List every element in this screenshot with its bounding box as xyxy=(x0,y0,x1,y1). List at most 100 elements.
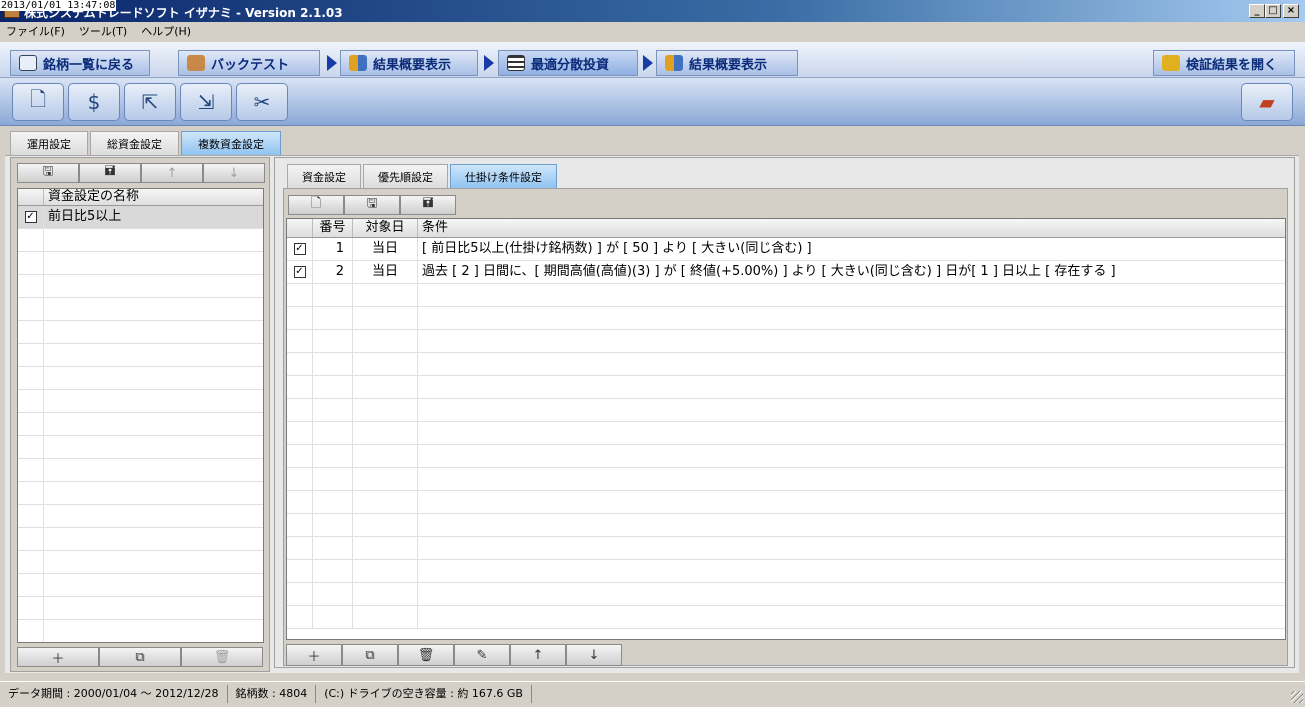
empty-row xyxy=(18,367,263,390)
empty-row xyxy=(18,551,263,574)
arrow-up-icon: ↑ xyxy=(532,647,544,663)
open-results-button[interactable]: 検証結果を開く xyxy=(1153,50,1295,76)
empty-row xyxy=(287,468,1285,491)
edit-condition-button[interactable]: ✎ xyxy=(454,644,510,666)
empty-row xyxy=(287,514,1285,537)
tab-entry-conditions[interactable]: 仕掛け条件設定 xyxy=(450,164,557,188)
empty-row xyxy=(287,353,1285,376)
new-document-button[interactable]: 🗋 xyxy=(12,83,64,121)
eye-icon xyxy=(19,55,37,71)
empty-row xyxy=(18,482,263,505)
save-as-button[interactable]: 🖬 xyxy=(400,195,456,215)
fund-list-toolbar: 🖫 🖬 ↑ ↓ xyxy=(17,163,265,183)
move-up-button[interactable]: ↑ xyxy=(141,163,203,183)
maximize-button[interactable]: □ xyxy=(1265,4,1281,18)
inner-tabs: 資金設定 優先順設定 仕掛け条件設定 xyxy=(287,164,557,188)
condition-header: 条件 xyxy=(422,220,449,235)
save-button[interactable]: 🖫 xyxy=(344,195,400,215)
target-day-header: 対象日 xyxy=(353,219,418,237)
table-row[interactable]: ✓ 1 当日 [ 前日比5以上(仕掛け銘柄数) ] が [ 50 ] より [ … xyxy=(287,238,1285,261)
move-down-button[interactable]: ↓ xyxy=(566,644,622,666)
empty-row xyxy=(287,422,1285,445)
grid-icon xyxy=(507,55,525,71)
save-as-button[interactable]: 🖬 xyxy=(79,163,141,183)
copy-button[interactable]: ⧉ xyxy=(99,647,181,667)
arrow-up-icon: ↑ xyxy=(166,165,178,181)
delete-condition-button[interactable]: 🗑 xyxy=(398,644,454,666)
copy-icon: ⧉ xyxy=(135,649,145,665)
tools-button[interactable]: ✂ xyxy=(236,83,288,121)
row-checkbox[interactable]: ✓ xyxy=(24,211,37,223)
list-item[interactable]: ✓ 前日比5以上 xyxy=(18,206,263,229)
bag-icon xyxy=(187,55,205,71)
fund-name-header: 資金設定の名称 xyxy=(48,189,140,204)
tab-priority-settings[interactable]: 優先順設定 xyxy=(363,164,448,188)
nav-backtest-button[interactable]: バックテスト xyxy=(178,50,320,76)
trash-icon: 🗑 xyxy=(213,649,231,665)
copy-condition-button[interactable]: ⧉ xyxy=(342,644,398,666)
nav-summary2-button[interactable]: 結果概要表示 xyxy=(656,50,798,76)
save-as-icon: 🖬 xyxy=(104,164,116,179)
table-row[interactable]: ✓ 2 当日 過去 [ 2 ] 日間に、[ 期間高値(高値)(3) ] が [ … xyxy=(287,261,1285,284)
exit-button[interactable]: ▰ xyxy=(1241,83,1293,121)
empty-row xyxy=(18,229,263,252)
row-condition: 過去 [ 2 ] 日間に、[ 期間高値(高値)(3) ] が [ 終値(+5.0… xyxy=(422,264,1116,279)
save-button[interactable]: 🖫 xyxy=(17,163,79,183)
row-condition: [ 前日比5以上(仕掛け銘柄数) ] が [ 50 ] より [ 大きい(同じ含… xyxy=(422,241,812,256)
empty-row xyxy=(18,298,263,321)
row-target-day: 当日 xyxy=(353,261,418,283)
nav-arrow-icon xyxy=(643,55,653,71)
import-button[interactable]: ⇲ xyxy=(180,83,232,121)
new-document-icon: 🗋 xyxy=(29,87,47,111)
move-down-button[interactable]: ↓ xyxy=(203,163,265,183)
row-checkbox[interactable]: ✓ xyxy=(293,266,306,278)
tab-fund-settings[interactable]: 資金設定 xyxy=(287,164,361,188)
nav-summary2-label: 結果概要表示 xyxy=(689,57,768,73)
chart-icon xyxy=(349,55,367,71)
row-number: 1 xyxy=(313,238,353,260)
tab-operation-settings[interactable]: 運用設定 xyxy=(10,131,88,155)
tab-multiple-funds[interactable]: 複数資金設定 xyxy=(181,131,281,155)
data-period: データ期間 : 2000/01/04 〜 2012/12/28 xyxy=(0,684,228,703)
arrow-down-icon: ↓ xyxy=(228,165,240,181)
timestamp-overlay: 2013/01/01 13:47:08 xyxy=(0,0,117,11)
menu-help[interactable]: ヘルプ(H) xyxy=(141,23,191,39)
money-button[interactable]: $ xyxy=(68,83,120,121)
delete-button[interactable]: 🗑 xyxy=(181,647,263,667)
tab-total-funds[interactable]: 総資金設定 xyxy=(90,131,179,155)
nav-optimal-button[interactable]: 最適分散投資 xyxy=(498,50,638,76)
main-toolbar: 🗋 $ ⇱ ⇲ ✂ ▰ xyxy=(0,78,1305,126)
row-number: 2 xyxy=(313,261,353,283)
resize-grip[interactable] xyxy=(1291,691,1303,703)
menu-file[interactable]: ファイル(F) xyxy=(6,23,65,39)
nav-summary-button[interactable]: 結果概要表示 xyxy=(340,50,478,76)
drive-free-space: (C:) ドライブの空き容量 : 約 167.6 GB xyxy=(316,684,532,703)
move-up-button[interactable]: ↑ xyxy=(510,644,566,666)
nav-arrow-icon xyxy=(327,55,337,71)
empty-row xyxy=(287,583,1285,606)
menu-bar: ファイル(F) ツール(T) ヘルプ(H) xyxy=(0,22,1305,40)
save-as-icon: 🖬 xyxy=(422,196,434,211)
number-header: 番号 xyxy=(313,219,353,237)
folder-icon xyxy=(1162,55,1180,71)
menu-tools[interactable]: ツール(T) xyxy=(79,23,127,39)
empty-row xyxy=(18,390,263,413)
settings-detail-panel: 資金設定 優先順設定 仕掛け条件設定 🗋 🖫 🖬 番号 対象日 条件 ✓ 1 当… xyxy=(274,157,1295,668)
empty-row xyxy=(287,560,1285,583)
add-condition-button[interactable]: ＋ xyxy=(286,644,342,666)
import-icon: ⇲ xyxy=(197,90,215,114)
empty-row xyxy=(18,620,263,642)
export-icon: ⇱ xyxy=(141,90,159,114)
open-results-label: 検証結果を開く xyxy=(1186,57,1278,73)
row-checkbox[interactable]: ✓ xyxy=(293,243,306,255)
add-button[interactable]: ＋ xyxy=(17,647,99,667)
save-icon: 🖫 xyxy=(366,196,378,211)
export-button[interactable]: ⇱ xyxy=(124,83,176,121)
conditions-actions: ＋ ⧉ 🗑 ✎ ↑ ↓ xyxy=(286,644,622,666)
fund-list-actions: ＋ ⧉ 🗑 xyxy=(17,647,263,667)
minimize-button[interactable]: _ xyxy=(1249,4,1265,18)
app-window: 株式システムトレードソフト イザナミ - Version 2.1.03 2013… xyxy=(0,0,1305,707)
nav-back-to-list-button[interactable]: 銘柄一覧に戻る xyxy=(10,50,150,76)
new-condition-button[interactable]: 🗋 xyxy=(288,195,344,215)
close-button[interactable]: × xyxy=(1283,4,1299,18)
